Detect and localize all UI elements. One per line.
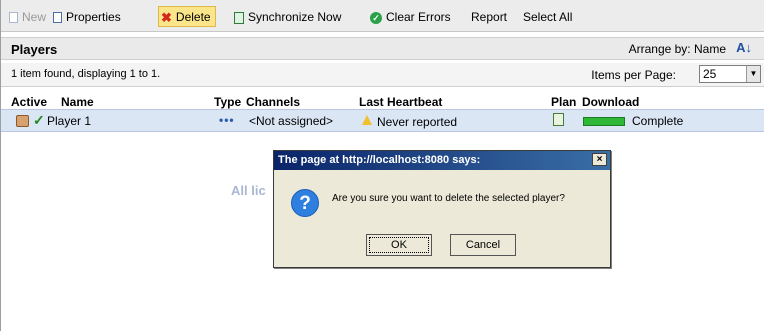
- dialog-title: The page at http://localhost:8080 says:: [278, 154, 481, 166]
- clear-errors-icon: ✓: [370, 11, 382, 24]
- items-per-page-label: Items per Page:: [591, 68, 676, 82]
- report-button[interactable]: Report: [471, 7, 507, 27]
- warning-icon: [362, 115, 372, 125]
- delete-button[interactable]: ✖ Delete: [158, 6, 216, 27]
- new-button[interactable]: New: [9, 7, 46, 27]
- select-all-button[interactable]: Select All: [523, 7, 572, 27]
- items-per-page-value: 25: [703, 67, 717, 81]
- last-heartbeat-value: Never reported: [377, 115, 458, 129]
- download-status: Complete: [632, 114, 684, 128]
- synchronize-now-button[interactable]: Synchronize Now: [234, 7, 341, 27]
- column-header-channels[interactable]: Channels: [246, 95, 300, 109]
- confirm-dialog: The page at http://localhost:8080 says: …: [273, 150, 611, 268]
- player-type-icon: •••: [219, 113, 235, 127]
- new-page-icon: [9, 12, 18, 24]
- synchronize-icon: [234, 11, 244, 24]
- download-progress-bar: [583, 117, 625, 126]
- info-bar: 1 item found, displaying 1 to 1. Items p…: [1, 63, 764, 87]
- question-icon: ?: [291, 189, 319, 217]
- synchronize-label: Synchronize Now: [248, 10, 342, 24]
- column-header-last-heartbeat[interactable]: Last Heartbeat: [359, 95, 442, 109]
- new-label: New: [22, 10, 47, 24]
- player-channels: <Not assigned>: [249, 114, 334, 128]
- active-check-icon: ✓: [33, 112, 45, 128]
- properties-button[interactable]: Properties: [53, 7, 121, 27]
- section-header: Players Arrange by: Name A↓: [1, 37, 764, 60]
- close-icon[interactable]: ×: [592, 153, 607, 166]
- ok-button[interactable]: OK: [366, 234, 432, 256]
- column-header-name[interactable]: Name: [61, 95, 94, 109]
- cancel-button[interactable]: Cancel: [450, 234, 516, 256]
- chevron-down-icon[interactable]: ▼: [746, 66, 760, 82]
- items-per-page-select[interactable]: 25 ▼: [699, 65, 761, 83]
- player-status-icon: [16, 115, 29, 127]
- column-header-plan[interactable]: Plan: [551, 95, 576, 109]
- plan-icon[interactable]: [553, 113, 564, 126]
- delete-label: Delete: [175, 10, 211, 24]
- clear-errors-button[interactable]: ✓ Clear Errors: [370, 7, 451, 27]
- page-title: Players: [11, 42, 58, 57]
- delete-x-icon: ✖: [161, 10, 172, 26]
- background-message: All lic: [231, 183, 266, 198]
- sort-az-icon[interactable]: A↓: [736, 40, 752, 55]
- toolbar: New Properties ✖ Delete Synchronize Now ✓…: [1, 0, 764, 32]
- column-header-download[interactable]: Download: [582, 95, 639, 109]
- arrange-by-control[interactable]: Arrange by: Name: [629, 42, 726, 56]
- table-row[interactable]: ✓ Player 1 ••• <Not assigned> Never repo…: [1, 109, 764, 132]
- dialog-title-bar: The page at http://localhost:8080 says: …: [274, 151, 610, 170]
- properties-icon: [53, 12, 62, 24]
- dialog-message: Are you sure you want to delete the sele…: [332, 193, 565, 204]
- items-found-text: 1 item found, displaying 1 to 1.: [11, 68, 161, 80]
- clear-errors-label: Clear Errors: [386, 10, 451, 24]
- player-name[interactable]: Player 1: [47, 114, 91, 128]
- column-header-type[interactable]: Type: [214, 95, 241, 109]
- column-header-active[interactable]: Active: [11, 95, 47, 109]
- properties-label: Properties: [66, 10, 121, 24]
